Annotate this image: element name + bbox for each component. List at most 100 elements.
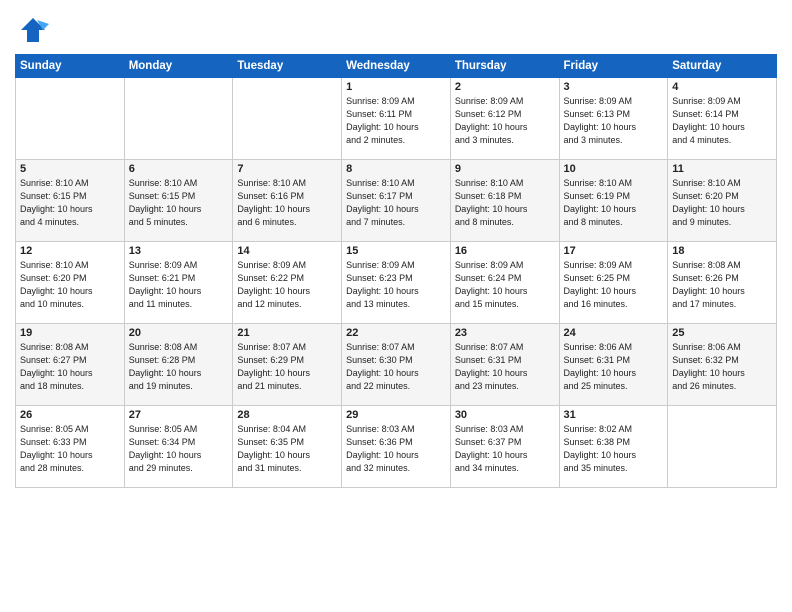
day-info: Sunrise: 8:09 AM Sunset: 6:14 PM Dayligh…	[672, 95, 772, 147]
calendar-cell: 8 Sunrise: 8:10 AM Sunset: 6:17 PM Daylig…	[342, 160, 451, 242]
weekday-header-thursday: Thursday	[450, 55, 559, 78]
day-number: 7	[237, 163, 337, 175]
week-row-2: 5 Sunrise: 8:10 AM Sunset: 6:15 PM Daylig…	[16, 160, 777, 242]
day-number: 16	[455, 245, 555, 257]
calendar-cell: 5 Sunrise: 8:10 AM Sunset: 6:15 PM Daylig…	[16, 160, 125, 242]
day-info: Sunrise: 8:08 AM Sunset: 6:28 PM Dayligh…	[129, 341, 229, 393]
day-number: 3	[564, 81, 664, 93]
day-number: 2	[455, 81, 555, 93]
calendar-cell: 17 Sunrise: 8:09 AM Sunset: 6:25 PM Dayli…	[559, 242, 668, 324]
day-number: 8	[346, 163, 446, 175]
calendar-cell: 28 Sunrise: 8:04 AM Sunset: 6:35 PM Dayli…	[233, 406, 342, 488]
calendar-cell: 12Sunrise: 8:10 AM Sunset: 6:20 PM Dayli…	[16, 242, 125, 324]
day-number: 19	[20, 327, 120, 339]
week-row-4: 19 Sunrise: 8:08 AM Sunset: 6:27 PM Dayli…	[16, 324, 777, 406]
day-info: Sunrise: 8:10 AM Sunset: 6:19 PM Dayligh…	[564, 177, 664, 229]
day-number: 1	[346, 81, 446, 93]
day-number: 6	[129, 163, 229, 175]
day-info: Sunrise: 8:09 AM Sunset: 6:12 PM Dayligh…	[455, 95, 555, 147]
calendar-cell: 30 Sunrise: 8:03 AM Sunset: 6:37 PM Dayli…	[450, 406, 559, 488]
calendar-cell: 26 Sunrise: 8:05 AM Sunset: 6:33 PM Dayli…	[16, 406, 125, 488]
day-number: 17	[564, 245, 664, 257]
calendar-cell: 2 Sunrise: 8:09 AM Sunset: 6:12 PM Daylig…	[450, 78, 559, 160]
day-info: Sunrise: 8:06 AM Sunset: 6:31 PM Dayligh…	[564, 341, 664, 393]
calendar-cell	[124, 78, 233, 160]
logo	[15, 14, 49, 46]
day-info: Sunrise: 8:10 AM Sunset: 6:15 PM Dayligh…	[20, 177, 120, 229]
day-info: Sunrise: 8:09 AM Sunset: 6:23 PM Dayligh…	[346, 259, 446, 311]
day-info: Sunrise: 8:10 AM Sunset: 6:15 PM Dayligh…	[129, 177, 229, 229]
day-number: 20	[129, 327, 229, 339]
day-number: 26	[20, 409, 120, 421]
weekday-header-sunday: Sunday	[16, 55, 125, 78]
calendar-cell: 6 Sunrise: 8:10 AM Sunset: 6:15 PM Daylig…	[124, 160, 233, 242]
day-info: Sunrise: 8:09 AM Sunset: 6:21 PM Dayligh…	[129, 259, 229, 311]
day-info: Sunrise: 8:05 AM Sunset: 6:33 PM Dayligh…	[20, 423, 120, 475]
day-number: 28	[237, 409, 337, 421]
day-info: Sunrise: 8:09 AM Sunset: 6:11 PM Dayligh…	[346, 95, 446, 147]
header	[15, 10, 777, 46]
day-number: 4	[672, 81, 772, 93]
page: SundayMondayTuesdayWednesdayThursdayFrid…	[0, 0, 792, 612]
day-number: 9	[455, 163, 555, 175]
day-info: Sunrise: 8:09 AM Sunset: 6:22 PM Dayligh…	[237, 259, 337, 311]
day-number: 22	[346, 327, 446, 339]
week-row-5: 26 Sunrise: 8:05 AM Sunset: 6:33 PM Dayli…	[16, 406, 777, 488]
day-number: 18	[672, 245, 772, 257]
day-number: 10	[564, 163, 664, 175]
day-number: 12	[20, 245, 120, 257]
calendar-cell: 21Sunrise: 8:07 AM Sunset: 6:29 PM Dayli…	[233, 324, 342, 406]
calendar-cell: 20 Sunrise: 8:08 AM Sunset: 6:28 PM Dayli…	[124, 324, 233, 406]
day-number: 24	[564, 327, 664, 339]
day-info: Sunrise: 8:07 AM Sunset: 6:31 PM Dayligh…	[455, 341, 555, 393]
logo-icon	[17, 14, 49, 46]
day-info: Sunrise: 8:10 AM Sunset: 6:17 PM Dayligh…	[346, 177, 446, 229]
calendar-cell: 7Sunrise: 8:10 AM Sunset: 6:16 PM Daylig…	[233, 160, 342, 242]
day-number: 5	[20, 163, 120, 175]
day-info: Sunrise: 8:05 AM Sunset: 6:34 PM Dayligh…	[129, 423, 229, 475]
calendar-cell: 18 Sunrise: 8:08 AM Sunset: 6:26 PM Dayli…	[668, 242, 777, 324]
day-number: 29	[346, 409, 446, 421]
day-number: 15	[346, 245, 446, 257]
day-info: Sunrise: 8:02 AM Sunset: 6:38 PM Dayligh…	[564, 423, 664, 475]
day-info: Sunrise: 8:04 AM Sunset: 6:35 PM Dayligh…	[237, 423, 337, 475]
week-row-1: 1 Sunrise: 8:09 AM Sunset: 6:11 PM Daylig…	[16, 78, 777, 160]
day-number: 30	[455, 409, 555, 421]
day-info: Sunrise: 8:09 AM Sunset: 6:13 PM Dayligh…	[564, 95, 664, 147]
calendar-table: SundayMondayTuesdayWednesdayThursdayFrid…	[15, 54, 777, 488]
day-info: Sunrise: 8:08 AM Sunset: 6:27 PM Dayligh…	[20, 341, 120, 393]
calendar-cell: 23 Sunrise: 8:07 AM Sunset: 6:31 PM Dayli…	[450, 324, 559, 406]
calendar-cell: 4 Sunrise: 8:09 AM Sunset: 6:14 PM Daylig…	[668, 78, 777, 160]
day-info: Sunrise: 8:10 AM Sunset: 6:18 PM Dayligh…	[455, 177, 555, 229]
calendar-cell: 15 Sunrise: 8:09 AM Sunset: 6:23 PM Dayli…	[342, 242, 451, 324]
calendar-cell: 25Sunrise: 8:06 AM Sunset: 6:32 PM Dayli…	[668, 324, 777, 406]
day-info: Sunrise: 8:10 AM Sunset: 6:20 PM Dayligh…	[672, 177, 772, 229]
calendar-cell: 1 Sunrise: 8:09 AM Sunset: 6:11 PM Daylig…	[342, 78, 451, 160]
week-row-3: 12Sunrise: 8:10 AM Sunset: 6:20 PM Dayli…	[16, 242, 777, 324]
weekday-header-row: SundayMondayTuesdayWednesdayThursdayFrid…	[16, 55, 777, 78]
day-info: Sunrise: 8:09 AM Sunset: 6:24 PM Dayligh…	[455, 259, 555, 311]
calendar-cell: 19 Sunrise: 8:08 AM Sunset: 6:27 PM Dayli…	[16, 324, 125, 406]
calendar-cell: 31Sunrise: 8:02 AM Sunset: 6:38 PM Dayli…	[559, 406, 668, 488]
day-info: Sunrise: 8:07 AM Sunset: 6:29 PM Dayligh…	[237, 341, 337, 393]
day-info: Sunrise: 8:03 AM Sunset: 6:36 PM Dayligh…	[346, 423, 446, 475]
calendar-cell: 27Sunrise: 8:05 AM Sunset: 6:34 PM Dayli…	[124, 406, 233, 488]
day-number: 23	[455, 327, 555, 339]
day-number: 11	[672, 163, 772, 175]
weekday-header-tuesday: Tuesday	[233, 55, 342, 78]
calendar-cell	[668, 406, 777, 488]
calendar-cell	[16, 78, 125, 160]
day-info: Sunrise: 8:08 AM Sunset: 6:26 PM Dayligh…	[672, 259, 772, 311]
weekday-header-wednesday: Wednesday	[342, 55, 451, 78]
logo-text	[15, 14, 49, 46]
calendar-cell: 14Sunrise: 8:09 AM Sunset: 6:22 PM Dayli…	[233, 242, 342, 324]
day-number: 13	[129, 245, 229, 257]
day-number: 25	[672, 327, 772, 339]
day-info: Sunrise: 8:03 AM Sunset: 6:37 PM Dayligh…	[455, 423, 555, 475]
day-info: Sunrise: 8:09 AM Sunset: 6:25 PM Dayligh…	[564, 259, 664, 311]
calendar-cell: 9 Sunrise: 8:10 AM Sunset: 6:18 PM Daylig…	[450, 160, 559, 242]
day-info: Sunrise: 8:07 AM Sunset: 6:30 PM Dayligh…	[346, 341, 446, 393]
weekday-header-saturday: Saturday	[668, 55, 777, 78]
calendar-cell	[233, 78, 342, 160]
weekday-header-friday: Friday	[559, 55, 668, 78]
